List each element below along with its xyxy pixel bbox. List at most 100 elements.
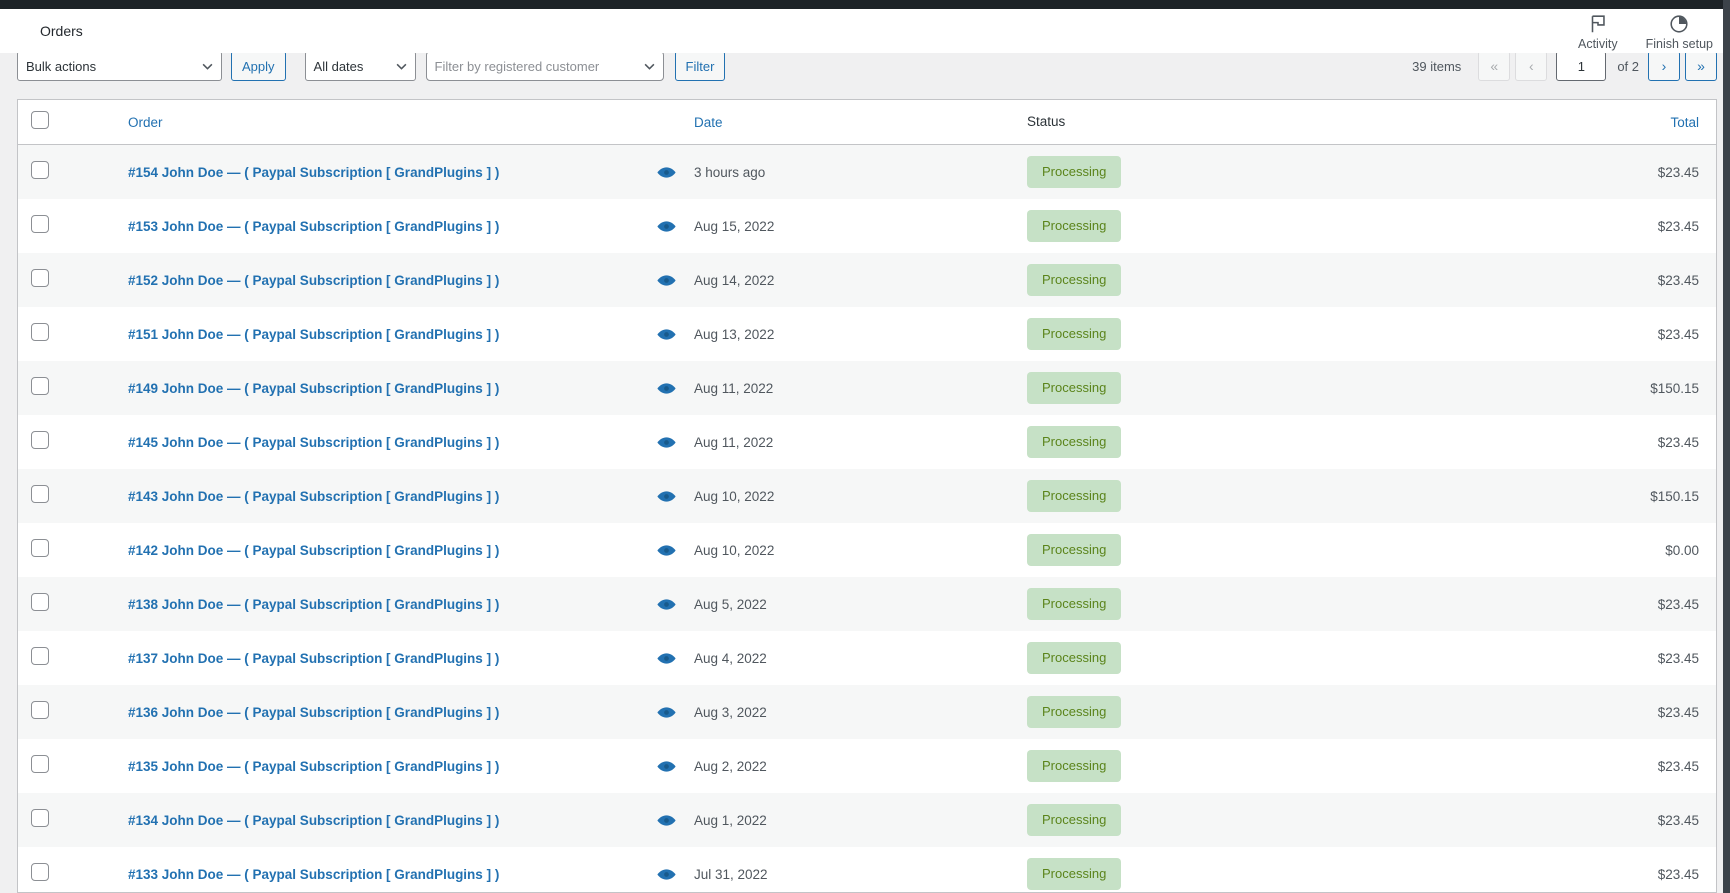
- preview-cell: [638, 544, 694, 557]
- status-cell: Processing: [1027, 750, 1518, 782]
- order-link[interactable]: #133 John Doe — ( Paypal Subscription [ …: [128, 867, 499, 882]
- preview-eye-icon[interactable]: [656, 274, 676, 287]
- order-link[interactable]: #143 John Doe — ( Paypal Subscription [ …: [128, 489, 499, 504]
- preview-cell: [638, 598, 694, 611]
- preview-eye-icon[interactable]: [656, 868, 676, 881]
- order-cell: #152 John Doe — ( Paypal Subscription [ …: [111, 273, 638, 288]
- order-date: Aug 11, 2022: [694, 434, 774, 450]
- order-link[interactable]: #136 John Doe — ( Paypal Subscription [ …: [128, 705, 499, 720]
- apply-button[interactable]: Apply: [231, 51, 286, 81]
- order-total: $23.45: [1657, 434, 1699, 450]
- date-sort-link[interactable]: Date: [694, 115, 723, 130]
- row-checkbox-cell: [18, 754, 111, 778]
- current-page-input[interactable]: [1556, 51, 1607, 81]
- order-cell: #136 John Doe — ( Paypal Subscription [ …: [111, 705, 638, 720]
- preview-eye-icon[interactable]: [656, 814, 676, 827]
- table-row: #135 John Doe — ( Paypal Subscription [ …: [18, 739, 1716, 793]
- scrollbar[interactable]: [1723, 0, 1730, 893]
- row-checkbox[interactable]: [31, 646, 49, 665]
- total-sort-link[interactable]: Total: [1670, 115, 1699, 130]
- order-date: Aug 10, 2022: [694, 542, 775, 558]
- row-checkbox-cell: [18, 808, 111, 832]
- preview-eye-icon[interactable]: [656, 652, 676, 665]
- dates-filter-select[interactable]: All dates: [304, 51, 416, 81]
- order-link[interactable]: #153 John Doe — ( Paypal Subscription [ …: [128, 219, 499, 234]
- status-cell: Processing: [1027, 534, 1518, 566]
- row-checkbox[interactable]: [31, 700, 49, 719]
- preview-cell: [638, 490, 694, 503]
- order-link[interactable]: #135 John Doe — ( Paypal Subscription [ …: [128, 759, 499, 774]
- preview-cell: [638, 814, 694, 827]
- order-sort-link[interactable]: Order: [128, 115, 163, 130]
- status-cell: Processing: [1027, 642, 1518, 674]
- status-cell: Processing: [1027, 696, 1518, 728]
- next-page-button[interactable]: ›: [1648, 51, 1680, 81]
- select-all-checkbox[interactable]: [31, 110, 49, 129]
- status-cell: Processing: [1027, 156, 1518, 188]
- status-cell: Processing: [1027, 264, 1518, 296]
- order-date: 3 hours ago: [694, 164, 766, 180]
- row-checkbox[interactable]: [31, 322, 49, 341]
- preview-cell: [638, 166, 694, 179]
- order-link[interactable]: #151 John Doe — ( Paypal Subscription [ …: [128, 327, 499, 342]
- wc-admin-header: Orders Activity Finish setup: [0, 9, 1723, 53]
- order-date: Aug 13, 2022: [694, 326, 775, 342]
- preview-eye-icon[interactable]: [656, 544, 676, 557]
- bulk-actions-select[interactable]: Bulk actions: [17, 51, 222, 81]
- row-checkbox[interactable]: [31, 160, 49, 179]
- row-checkbox[interactable]: [31, 214, 49, 233]
- row-checkbox[interactable]: [31, 376, 49, 395]
- tablenav: Bulk actions Apply All dates Filter by r…: [17, 49, 1717, 83]
- table-row: #143 John Doe — ( Paypal Subscription [ …: [18, 469, 1716, 523]
- row-checkbox[interactable]: [31, 538, 49, 557]
- status-badge: Processing: [1027, 480, 1122, 512]
- row-checkbox[interactable]: [31, 484, 49, 503]
- row-checkbox[interactable]: [31, 754, 49, 773]
- activity-button[interactable]: Activity: [1578, 13, 1618, 51]
- row-checkbox-cell: [18, 322, 111, 346]
- status-badge: Processing: [1027, 588, 1122, 620]
- order-link[interactable]: #152 John Doe — ( Paypal Subscription [ …: [128, 273, 499, 288]
- order-link[interactable]: #145 John Doe — ( Paypal Subscription [ …: [128, 435, 499, 450]
- order-link[interactable]: #149 John Doe — ( Paypal Subscription [ …: [128, 381, 499, 396]
- row-checkbox[interactable]: [31, 430, 49, 449]
- order-cell: #153 John Doe — ( Paypal Subscription [ …: [111, 219, 638, 234]
- order-link[interactable]: #154 John Doe — ( Paypal Subscription [ …: [128, 165, 499, 180]
- order-link[interactable]: #137 John Doe — ( Paypal Subscription [ …: [128, 651, 499, 666]
- row-checkbox-cell: [18, 538, 111, 562]
- order-link[interactable]: #134 John Doe — ( Paypal Subscription [ …: [128, 813, 499, 828]
- order-link[interactable]: #138 John Doe — ( Paypal Subscription [ …: [128, 597, 499, 612]
- preview-eye-icon[interactable]: [656, 166, 676, 179]
- row-checkbox[interactable]: [31, 268, 49, 287]
- status-cell: Processing: [1027, 372, 1518, 404]
- preview-eye-icon[interactable]: [656, 598, 676, 611]
- admin-bar-strip: [0, 0, 1723, 9]
- customer-filter-select[interactable]: Filter by registered customer: [425, 51, 664, 81]
- preview-eye-icon[interactable]: [656, 436, 676, 449]
- filter-button[interactable]: Filter: [674, 51, 726, 81]
- row-checkbox-cell: [18, 646, 111, 670]
- preview-eye-icon[interactable]: [656, 490, 676, 503]
- chevron-down-icon: [202, 63, 213, 70]
- row-checkbox[interactable]: [31, 808, 49, 827]
- table-row: #133 John Doe — ( Paypal Subscription [ …: [18, 847, 1716, 892]
- chevron-down-icon: [644, 63, 655, 70]
- order-cell: #149 John Doe — ( Paypal Subscription [ …: [111, 381, 638, 396]
- table-row: #152 John Doe — ( Paypal Subscription [ …: [18, 253, 1716, 307]
- order-date: Aug 15, 2022: [694, 218, 775, 234]
- last-page-button[interactable]: »: [1685, 51, 1717, 81]
- row-checkbox[interactable]: [31, 592, 49, 611]
- page-title: Orders: [40, 23, 83, 39]
- order-date: Aug 5, 2022: [694, 596, 767, 612]
- order-date: Aug 14, 2022: [694, 272, 775, 288]
- preview-eye-icon[interactable]: [656, 328, 676, 341]
- preview-eye-icon[interactable]: [656, 220, 676, 233]
- row-checkbox[interactable]: [31, 862, 49, 881]
- preview-eye-icon[interactable]: [656, 760, 676, 773]
- preview-eye-icon[interactable]: [656, 382, 676, 395]
- finish-setup-button[interactable]: Finish setup: [1646, 13, 1713, 51]
- order-total: $23.45: [1657, 704, 1699, 720]
- order-link[interactable]: #142 John Doe — ( Paypal Subscription [ …: [128, 543, 499, 558]
- preview-eye-icon[interactable]: [656, 706, 676, 719]
- table-row: #145 John Doe — ( Paypal Subscription [ …: [18, 415, 1716, 469]
